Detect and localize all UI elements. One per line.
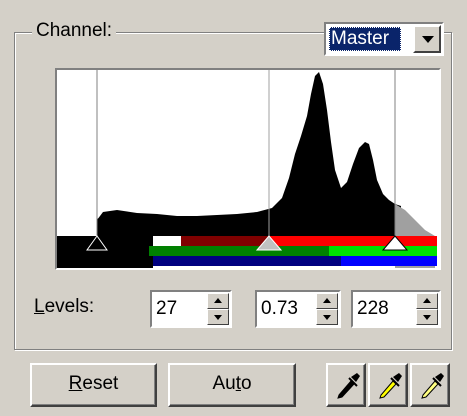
white-level-value: 228	[357, 298, 389, 319]
white-level-down-icon[interactable]	[416, 309, 438, 325]
white-eyedropper-icon	[421, 373, 444, 399]
green-bar	[329, 246, 437, 256]
channel-select-value: Master	[329, 27, 401, 51]
channel-select[interactable]: Master	[324, 22, 444, 56]
black-eyedropper-icon	[337, 373, 360, 399]
gamma-level-input[interactable]: 0.73	[255, 290, 341, 328]
white-eyedropper-button[interactable]	[410, 363, 450, 407]
chevron-down-icon[interactable]	[413, 25, 441, 53]
gray-eyedropper-icon	[379, 373, 402, 399]
reset-button[interactable]: Reset	[30, 363, 157, 407]
red-bar	[269, 236, 437, 246]
black-level-input[interactable]: 27	[150, 290, 232, 328]
gamma-level-up-icon[interactable]	[316, 293, 338, 309]
gamma-level-value: 0.73	[261, 298, 298, 319]
blue-bar	[341, 256, 437, 266]
black-level-down-icon[interactable]	[207, 309, 229, 325]
white-level-up-icon[interactable]	[416, 293, 438, 309]
green-bar-dark	[149, 246, 329, 256]
histogram-body	[97, 72, 401, 236]
histogram-panel[interactable]	[55, 68, 441, 270]
auto-button[interactable]: Auto	[168, 363, 296, 407]
gray-eyedropper-button[interactable]	[368, 363, 408, 407]
black-eyedropper-button[interactable]	[326, 363, 366, 407]
red-bar-dark	[181, 236, 269, 246]
black-level-up-icon[interactable]	[207, 293, 229, 309]
black-level-value: 27	[156, 298, 178, 319]
levels-label: Levels:	[34, 296, 95, 317]
histogram-base-black	[57, 236, 153, 268]
channel-label: Channel:	[32, 19, 117, 43]
blue-bar-dark	[153, 256, 341, 266]
histogram-gray-zone-left	[57, 70, 97, 236]
histogram-graph	[57, 70, 437, 268]
white-level-input[interactable]: 228	[351, 290, 441, 328]
gamma-level-down-icon[interactable]	[316, 309, 338, 325]
